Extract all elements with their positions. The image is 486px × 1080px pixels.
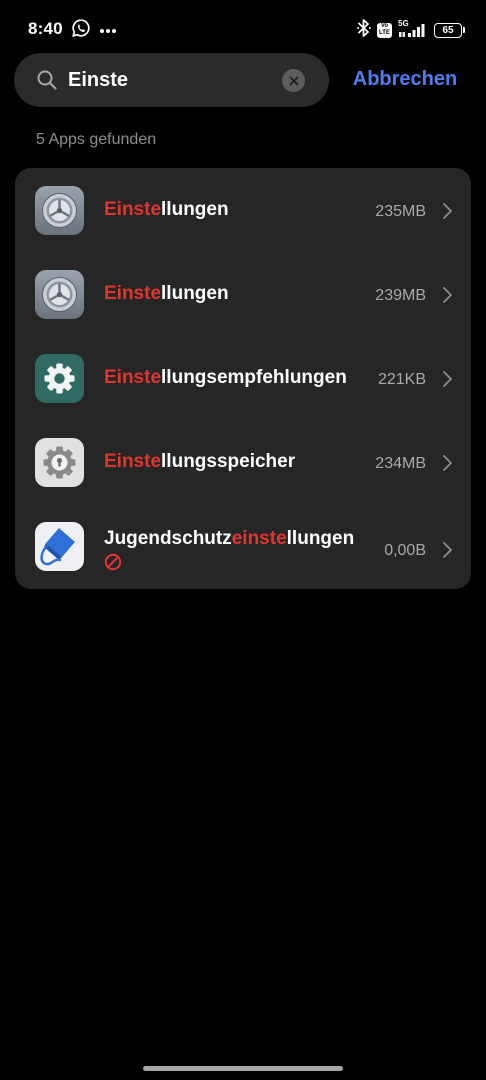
chevron-right-icon	[441, 454, 453, 472]
status-right-icons: Vo LTE 5G 65	[357, 18, 465, 43]
teal-gear-icon	[35, 354, 84, 403]
cancel-button[interactable]: Abbrechen	[344, 68, 466, 96]
app-size: 239MB	[375, 287, 426, 304]
lock-gear-icon	[35, 438, 84, 487]
status-left-icons	[71, 18, 117, 43]
home-indicator[interactable]	[143, 1066, 343, 1071]
results-list: Einstellungen 235MB Einstellungen 239MB …	[15, 168, 471, 589]
chevron-right-icon	[441, 202, 453, 220]
list-item[interactable]: Einstellungen 235MB	[15, 168, 471, 252]
search-icon	[36, 69, 58, 91]
volte-bottom-label: LTE	[379, 30, 390, 36]
battery-level: 65	[442, 24, 454, 36]
volte-icon: Vo LTE	[377, 22, 392, 38]
app-name: Einstellungsempfehlungen	[104, 367, 347, 388]
app-size: 221KB	[377, 371, 426, 388]
app-size: 235MB	[375, 203, 426, 220]
clear-search-button[interactable]	[282, 69, 305, 92]
app-size: 0,00B	[384, 542, 426, 559]
chevron-right-icon	[441, 286, 453, 304]
list-item[interactable]: Einstellungen 239MB	[15, 252, 471, 336]
chevron-right-icon	[441, 370, 453, 388]
battery-icon: 65	[434, 22, 465, 38]
chevron-right-icon	[441, 541, 453, 559]
app-name: Einstellungen	[104, 283, 229, 304]
blocked-icon	[104, 553, 122, 571]
settings-gear-icon	[35, 186, 84, 235]
bluetooth-icon	[357, 18, 371, 43]
results-count: 5 Apps gefunden	[36, 131, 157, 148]
app-size: 234MB	[375, 455, 426, 472]
whatsapp-icon	[71, 18, 91, 43]
list-item[interactable]: Einstellungsempfehlungen 221KB	[15, 336, 471, 420]
status-time: 8:40	[28, 19, 63, 38]
search-box[interactable]	[14, 53, 329, 107]
status-bar: 8:40 Vo LTE 5G 65	[0, 0, 486, 58]
app-name: Einstellungen	[104, 199, 229, 220]
volte-top-label: Vo	[380, 23, 389, 29]
settings-gear-icon	[35, 270, 84, 319]
list-item[interactable]: Einstellungsspeicher 234MB	[15, 420, 471, 504]
app-name: Einstellungsspeicher	[104, 451, 296, 472]
more-dots-icon	[99, 21, 117, 39]
close-icon	[289, 76, 298, 85]
parental-control-icon	[35, 522, 84, 571]
signal-5g-icon: 5G	[398, 19, 428, 39]
list-item[interactable]: Jugendschutzeinstellungen 0,00B	[15, 504, 471, 588]
search-input[interactable]	[68, 65, 278, 95]
app-name: Jugendschutzeinstellungen	[104, 528, 355, 549]
